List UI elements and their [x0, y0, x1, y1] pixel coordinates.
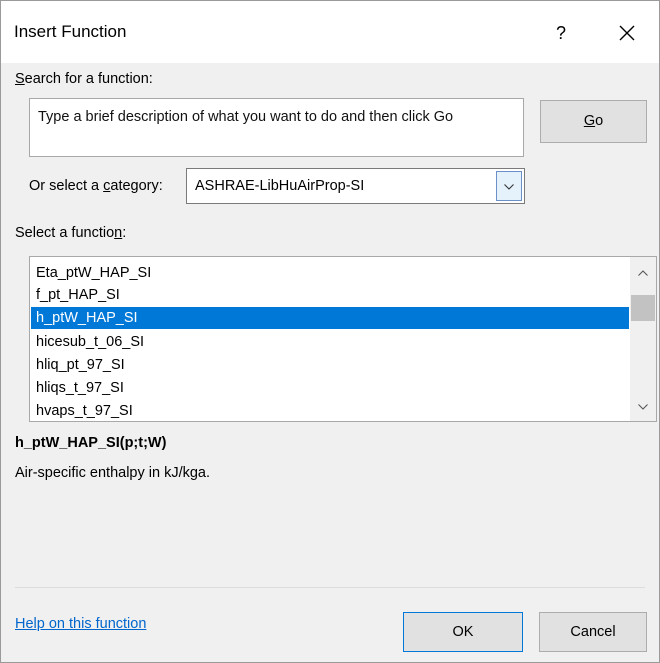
function-search-input[interactable]: Type a brief description of what you wan… — [29, 98, 524, 157]
cancel-button[interactable]: Cancel — [539, 612, 647, 652]
help-on-function-link[interactable]: Help on this function — [15, 616, 146, 632]
function-item-f-pt-hap-si[interactable]: f_pt_HAP_SI — [31, 284, 629, 306]
function-list-scrollbar[interactable] — [630, 257, 656, 421]
function-list[interactable]: Eta_ptW_HAP_SI f_pt_HAP_SI h_ptW_HAP_SI … — [29, 256, 657, 422]
function-item-hicesub-t-06-si[interactable]: hicesub_t_06_SI — [31, 331, 629, 353]
function-item-hvaps-t-97-si[interactable]: hvaps_t_97_SI — [31, 400, 629, 421]
category-label-prefix: Or select a — [29, 178, 104, 194]
go-label-rest: o — [595, 113, 604, 129]
category-dropdown-button[interactable] — [496, 171, 522, 201]
scroll-up-button[interactable] — [630, 261, 656, 283]
insert-function-dialog: Insert Function ? Search for a function:… — [0, 0, 660, 663]
function-item-eta-ptw-hap-si[interactable]: Eta_ptW_HAP_SI — [31, 262, 629, 284]
function-list-label-prefix: Select a functio — [15, 225, 115, 241]
function-list-label: Select a function: — [15, 225, 126, 241]
function-list-label-rest: : — [122, 225, 127, 241]
category-selected-value: ASHRAE-LibHuAirProp-SI — [195, 178, 365, 194]
function-signature: h_ptW_HAP_SI(p;t;W) — [15, 435, 167, 451]
dialog-title: Insert Function — [14, 22, 127, 41]
scroll-thumb[interactable] — [631, 295, 655, 321]
search-placeholder: Type a brief description of what you wan… — [38, 109, 454, 125]
chevron-down-icon — [638, 404, 648, 410]
function-item-h-ptw-hap-si[interactable]: h_ptW_HAP_SI — [31, 307, 629, 329]
chevron-up-icon — [638, 270, 648, 276]
title-bar: Insert Function ? — [1, 1, 659, 63]
category-label-rest: ategory: — [110, 178, 163, 194]
close-icon — [619, 25, 635, 41]
chevron-down-icon — [504, 184, 514, 190]
function-item-hliqs-t-97-si[interactable]: hliqs_t_97_SI — [31, 377, 629, 399]
close-button[interactable] — [607, 13, 647, 53]
go-button[interactable]: Go — [540, 100, 647, 143]
help-button[interactable]: ? — [541, 13, 581, 53]
search-label-rest: earch for a function: — [24, 71, 153, 87]
category-label: Or select a category: — [29, 178, 163, 194]
scroll-down-button[interactable] — [630, 395, 656, 417]
search-label: Search for a function: — [15, 71, 153, 87]
ok-button[interactable]: OK — [403, 612, 523, 652]
function-description: Air-specific enthalpy in kJ/kga. — [15, 465, 211, 481]
footer-divider — [15, 587, 645, 588]
category-select[interactable]: ASHRAE-LibHuAirProp-SI — [186, 168, 525, 204]
function-item-hliq-pt-97-si[interactable]: hliq_pt_97_SI — [31, 354, 629, 376]
search-label-accel: S — [15, 71, 25, 87]
go-label-accel: G — [583, 113, 596, 129]
